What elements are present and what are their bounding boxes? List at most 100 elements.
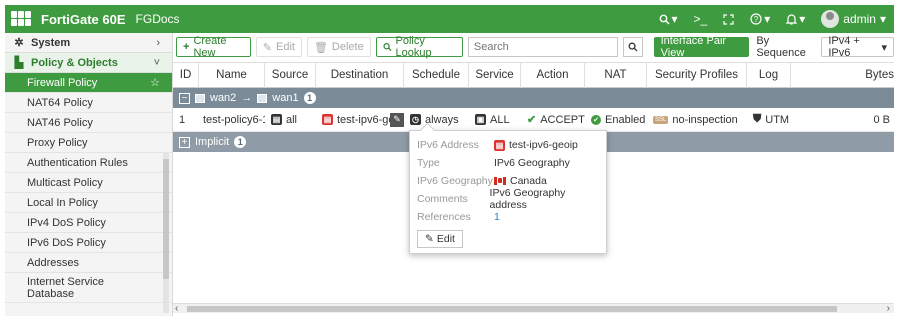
sidebar-item-label: Proxy Policy [27,136,88,149]
popup-address-name: test-ipv6-geoip [509,139,578,151]
popup-label: References [417,211,471,223]
fortinet-logo-icon [11,11,33,27]
user-menu[interactable]: admin ▾ [821,10,886,28]
sidebar-item-ipv6-dos-policy[interactable]: IPv6 DoS Policy [5,233,172,253]
popup-value: Canada [494,175,547,187]
popup-row: Comments IPv6 Geography address [417,187,599,211]
sidebar-item-ipv4-dos-policy[interactable]: IPv4 DoS Policy [5,213,172,233]
toolbar: + Create New ✎ Edit 🗑 Delete Policy Look… [176,35,894,59]
sidebar-item-multicast-policy[interactable]: Multicast Policy [5,173,172,193]
sidebar-item-addresses[interactable]: Addresses [5,253,172,273]
sidebar-item-proxy-policy[interactable]: Proxy Policy [5,133,172,153]
cell-destination[interactable]: ▤ test-ipv6-geoip ✎ [316,108,404,132]
ip-version-dropdown[interactable]: IPv4 + IPv6 ▾ [821,35,894,59]
pencil-icon: ✎ [425,233,434,245]
schedule-icon: ◷ [410,114,421,125]
checkmark-icon: ✔ [527,114,537,126]
cell-action-value: ACCEPT [540,113,585,126]
search-icon[interactable]: ▾ [659,12,678,26]
edit-button[interactable]: ✎ Edit [255,37,302,57]
sidebar-scrollbar[interactable] [163,153,169,313]
star-icon[interactable]: ☆ [150,76,160,89]
column-header-id[interactable]: ID [173,62,199,88]
sidebar-item-system[interactable]: ✲ System › [5,33,172,53]
sidebar-item-nat64-policy[interactable]: NAT64 Policy [5,93,172,113]
expand-icon[interactable]: + [179,136,190,148]
geo-address-icon: ▤ [322,114,333,125]
trash-icon: 🗑 [313,41,328,54]
pencil-icon[interactable]: ✎ [390,112,404,127]
column-header-nat[interactable]: NAT [585,62,647,88]
arrow-right-icon: → [241,92,253,104]
cell-schedule-value: always [425,113,459,126]
shield-icon: ⛊ [753,113,762,125]
popup-edit-button[interactable]: ✎ Edit [417,230,463,248]
sidebar-item-internet-service-database[interactable]: Internet Service Database [5,273,172,303]
column-header-bytes[interactable]: Bytes [791,62,894,88]
sidebar-item-nat46-policy[interactable]: NAT46 Policy [5,113,172,133]
collapse-icon[interactable]: − [179,92,190,104]
search-button[interactable] [622,37,643,57]
popup-country: Canada [510,175,547,187]
cell-nat: ✔ Enabled [585,108,647,132]
policy-lookup-button[interactable]: Policy Lookup [375,35,463,59]
cell-schedule[interactable]: ◷ always [404,108,469,132]
ip-version-label: IPv4 + IPv6 [828,35,860,59]
table-row[interactable]: 1 test-policy6-1 ▤ all ▤ test-ipv6-geoip… [173,108,894,132]
search-icon [628,42,638,52]
address-icon: ▤ [271,114,282,125]
column-header-action[interactable]: Action [521,62,585,88]
table-header: ID Name Source Destination Schedule Serv… [173,62,894,88]
cell-action: ✔ ACCEPT [521,108,585,132]
help-icon[interactable]: ? ▾ [750,12,770,26]
terminal-icon[interactable]: >_ [694,12,708,26]
interface-icon [257,93,268,103]
interface-pair-view-button[interactable]: Interface Pair View [653,35,750,59]
bell-icon[interactable]: ▾ [786,12,805,26]
references-link[interactable]: 1 [494,211,500,223]
ssl-icon: SSL [653,115,669,124]
column-header-source[interactable]: Source [265,62,316,88]
cell-name: test-policy6-1 [203,113,265,126]
cell-service[interactable]: ▣ ALL [469,108,521,132]
create-new-button[interactable]: + Create New [176,35,251,59]
sidebar-item-policy-objects[interactable]: ▙ Policy & Objects ˅ [5,53,172,73]
interface-icon [195,93,205,103]
interface-pair-group-header[interactable]: − wan2 → wan1 1 [173,88,894,108]
plus-icon: + [183,41,190,53]
search-input[interactable] [467,37,618,57]
cell-log-value: UTM [765,113,790,126]
sidebar-item-authentication-rules[interactable]: Authentication Rules [5,153,172,173]
by-sequence-button[interactable]: By Sequence [754,35,817,59]
scroll-right-icon[interactable]: › [887,303,890,314]
sidebar-item-label: NAT64 Policy [27,96,93,109]
delete-button[interactable]: 🗑 Delete [306,37,371,57]
column-header-schedule[interactable]: Schedule [404,62,469,88]
column-header-log[interactable]: Log [747,62,791,88]
gear-icon: ✲ [14,37,24,49]
scroll-left-icon[interactable]: ‹ [175,303,178,314]
sidebar-item-local-in-policy[interactable]: Local In Policy [5,193,172,213]
column-header-name[interactable]: Name [199,62,265,88]
cell-security-profiles[interactable]: SSL no-inspection [647,108,747,132]
sidebar-item-label: NAT46 Policy [27,116,93,129]
fullscreen-icon[interactable] [723,13,734,25]
policy-icon: ▙ [14,57,24,69]
scrollbar-thumb[interactable] [187,306,837,312]
avatar [821,10,840,28]
canada-flag-icon [494,177,506,185]
column-header-destination[interactable]: Destination [316,62,404,88]
horizontal-scrollbar[interactable]: ‹ › [173,303,894,314]
sidebar-item-firewall-policy[interactable]: Firewall Policy ☆ [5,73,172,93]
pencil-icon: ✎ [262,41,272,54]
policy-lookup-label: Policy Lookup [395,35,432,59]
top-bar: FortiGate 60E FGDocs ▾ >_ ? ▾ ▾ admin ▾ [5,5,894,33]
by-sequence-label: By Sequence [756,35,806,59]
cell-id: 1 [179,113,186,126]
sidebar-item-label: Multicast Policy [27,176,103,189]
sidebar-item-label: Local In Policy [27,196,98,209]
cell-source[interactable]: ▤ all [265,108,316,132]
popup-value: IPv6 Geography [494,157,570,169]
column-header-security-profiles[interactable]: Security Profiles [647,62,747,88]
column-header-service[interactable]: Service [469,62,521,88]
